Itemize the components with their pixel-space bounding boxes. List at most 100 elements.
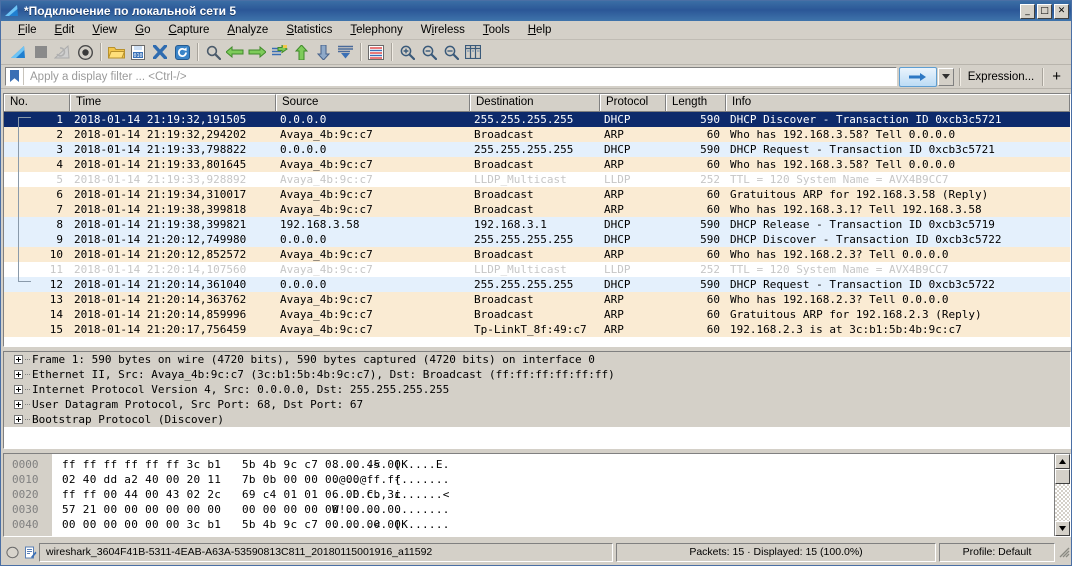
close-file-icon[interactable] [149, 41, 171, 63]
packet-details-tree[interactable]: Frame 1: 590 bytes on wire (4720 bits), … [4, 352, 1070, 427]
menu-view[interactable]: View [83, 22, 126, 38]
go-back-icon[interactable] [224, 41, 246, 63]
packet-row[interactable]: 3 2018-01-14 21:19:33,798822 0.0.0.0 255.25… [4, 142, 1070, 157]
expression-button[interactable]: Expression... [965, 71, 1037, 83]
packet-row[interactable]: 2 2018-01-14 21:19:32,294202 Avaya_4b:9c:c… [4, 127, 1070, 142]
hex-offset: 0040 [12, 518, 39, 531]
search-input[interactable]: Apply a display filter ... <Ctrl-/> [5, 67, 897, 86]
packet-row[interactable]: 10 2018-01-14 21:20:12,852572 Avaya_4b:9c:… [4, 247, 1070, 262]
scrollbar-thumb[interactable] [1055, 469, 1070, 484]
packet-list-rows[interactable]: 1 2018-01-14 21:19:32,191505 0.0.0.0 255.25… [4, 112, 1070, 337]
packet-details-pane[interactable]: Frame 1: 590 bytes on wire (4720 bits), … [3, 351, 1071, 449]
go-forward-icon[interactable] [246, 41, 268, 63]
detail-row[interactable]: Internet Protocol Version 4, Src: 0.0.0.… [4, 382, 1070, 397]
packet-cell-info: TTL = 120 System Name = AVX4B9CC7 [730, 173, 949, 186]
packet-row[interactable]: 1 2018-01-14 21:19:32,191505 0.0.0.0 255.25… [4, 112, 1070, 127]
colorize-packets-icon[interactable] [365, 41, 387, 63]
packet-row[interactable]: 11 2018-01-14 21:20:14,107560 Avaya_4b:9c:… [4, 262, 1070, 277]
go-to-packet-icon[interactable] [268, 41, 290, 63]
menu-tools[interactable]: Tools [474, 22, 519, 38]
apply-filter-button[interactable] [898, 66, 937, 87]
maximize-button[interactable]: □ [1037, 3, 1052, 19]
resize-grip-icon[interactable] [1057, 545, 1071, 559]
hex-row[interactable]: 02 40 dd a2 40 00 20 11 7b 0b 00 00 00 0… [62, 472, 1054, 487]
zoom-in-icon[interactable] [396, 41, 418, 63]
packet-row[interactable]: 4 2018-01-14 21:19:33,801645 Avaya_4b:9c:c… [4, 157, 1070, 172]
auto-scroll-icon[interactable] [334, 41, 356, 63]
packet-row[interactable]: 9 2018-01-14 21:20:12,749980 0.0.0.0 255.25… [4, 232, 1070, 247]
column-header-time[interactable]: Time [70, 94, 276, 111]
packet-list[interactable]: No. Time Source Destination Protocol Length In… [3, 93, 1071, 347]
packet-list-header: No. Time Source Destination Protocol Length In… [4, 94, 1070, 112]
hex-row[interactable]: ff ff 00 44 00 43 02 2c 69 c4 01 01 06 0… [62, 487, 1054, 502]
toolbar-separator [1042, 67, 1044, 86]
hex-bytes: ff ff ff ff ff ff 3c b1 5b 4b 9c c7 08 0… [62, 458, 402, 471]
bookmark-icon[interactable] [6, 68, 24, 85]
minimize-button[interactable]: _ [1020, 3, 1035, 19]
packet-row[interactable]: 15 2018-01-14 21:20:17,756459 Avaya_4b:9c:… [4, 322, 1070, 337]
detail-row[interactable]: Frame 1: 590 bytes on wire (4720 bits), … [4, 352, 1070, 367]
resize-columns-icon[interactable] [462, 41, 484, 63]
hex-row[interactable]: ff ff ff ff ff ff 3c b1 5b 4b 9c c7 08 0… [62, 457, 1054, 472]
menu-analyze[interactable]: Analyze [218, 22, 277, 38]
column-header-length[interactable]: Length [666, 94, 726, 111]
go-to-first-packet-icon[interactable] [290, 41, 312, 63]
expand-icon[interactable] [14, 370, 23, 379]
expand-icon[interactable] [14, 400, 23, 409]
hex-row[interactable]: 57 21 00 00 00 00 00 00 00 00 00 00 00 0… [62, 502, 1054, 517]
status-profile[interactable]: Profile: Default [939, 542, 1055, 562]
menu-edit[interactable]: Edit [46, 22, 84, 38]
scroll-up-icon[interactable] [1055, 454, 1070, 469]
save-file-icon[interactable]: 010 [127, 41, 149, 63]
detail-row[interactable]: Ethernet II, Src: Avaya_4b:9c:c7 (3c:b1:… [4, 367, 1070, 382]
expand-icon[interactable] [14, 385, 23, 394]
add-filter-button[interactable]: + [1048, 69, 1067, 84]
packet-bytes-pane[interactable]: 0000 0010 0020 0030 0040 ff ff ff ff ff ff 3… [3, 453, 1071, 537]
menu-statistics[interactable]: Statistics [277, 22, 341, 38]
find-packet-icon[interactable] [202, 41, 224, 63]
hex-pane-scrollbar[interactable] [1054, 454, 1070, 536]
packet-cell-time: 2018-01-14 21:19:38,399821 [74, 218, 247, 231]
packet-row[interactable]: 12 2018-01-14 21:20:14,361040 0.0.0.0 255.2… [4, 277, 1070, 292]
packet-cell-no: 1 [56, 113, 63, 126]
scrollbar-track[interactable] [1055, 484, 1070, 521]
expert-info-icon[interactable] [3, 544, 21, 560]
packet-row[interactable]: 7 2018-01-14 21:19:38,399818 Avaya_4b:9c:c… [4, 202, 1070, 217]
zoom-reset-icon[interactable] [440, 41, 462, 63]
expand-icon[interactable] [14, 415, 23, 424]
go-to-last-packet-icon[interactable] [312, 41, 334, 63]
packet-row[interactable]: 8 2018-01-14 21:19:38,399821 192.168.3.58 1… [4, 217, 1070, 232]
packet-cell-time: 2018-01-14 21:19:32,294202 [74, 128, 247, 141]
column-header-destination[interactable]: Destination [470, 94, 600, 111]
start-capture-icon[interactable] [8, 41, 30, 63]
restart-capture-icon[interactable] [52, 41, 74, 63]
capture-options-icon[interactable] [74, 41, 96, 63]
detail-row[interactable]: User Datagram Protocol, Src Port: 68, Ds… [4, 397, 1070, 412]
menu-telephony[interactable]: Telephony [341, 22, 411, 38]
zoom-out-icon[interactable] [418, 41, 440, 63]
column-header-protocol[interactable]: Protocol [600, 94, 666, 111]
menu-go[interactable]: Go [126, 22, 159, 38]
hex-row[interactable]: 00 00 00 00 00 00 3c b1 5b 4b 9c c7 00 0… [62, 517, 1054, 532]
packet-row[interactable]: 6 2018-01-14 21:19:34,310017 Avaya_4b:9c:c… [4, 187, 1070, 202]
menu-help[interactable]: Help [519, 22, 561, 38]
stop-capture-icon[interactable] [30, 41, 52, 63]
reload-file-icon[interactable] [171, 41, 193, 63]
column-header-no[interactable]: No. [4, 94, 70, 111]
menu-wireless[interactable]: Wireless [412, 22, 474, 38]
packet-row[interactable]: 5 2018-01-14 21:19:33,928892 Avaya_4b:9c:c… [4, 172, 1070, 187]
column-header-source[interactable]: Source [276, 94, 470, 111]
open-file-icon[interactable] [105, 41, 127, 63]
packet-row[interactable]: 14 2018-01-14 21:20:14,859996 Avaya_4b:9c:… [4, 307, 1070, 322]
column-header-info[interactable]: Info [726, 94, 1070, 111]
scroll-down-icon[interactable] [1055, 521, 1070, 536]
packet-cell-info: Gratuitous ARP for 192.168.3.58 (Reply) [730, 188, 989, 201]
filter-history-dropdown[interactable] [937, 67, 954, 86]
menu-file[interactable]: File [9, 22, 46, 38]
expand-icon[interactable] [14, 355, 23, 364]
menu-capture[interactable]: Capture [159, 22, 218, 38]
detail-row[interactable]: Bootstrap Protocol (Discover) [4, 412, 1070, 427]
capture-comment-icon[interactable] [21, 544, 39, 560]
packet-row[interactable]: 13 2018-01-14 21:20:14,363762 Avaya_4b:9c:… [4, 292, 1070, 307]
close-button[interactable]: ✕ [1054, 3, 1069, 19]
